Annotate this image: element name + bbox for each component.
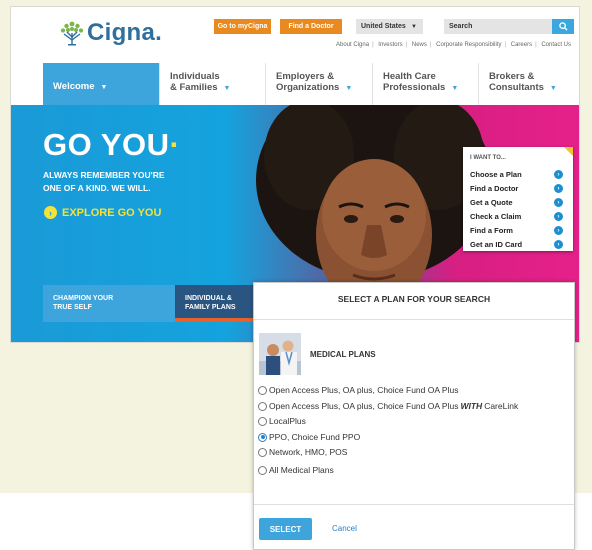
chevron-down-icon: ▼ [411, 23, 417, 30]
nav-label: & Families [170, 82, 218, 93]
logo-text: Cigna. [87, 19, 163, 46]
chevron-down-icon: ▼ [223, 85, 231, 92]
nav-label: Consultants [489, 82, 544, 93]
nav-label: Health Care [383, 71, 436, 82]
search-icon [558, 22, 568, 31]
i-want-find-form[interactable]: Find a Form › [470, 226, 566, 235]
link-news[interactable]: News [412, 42, 427, 48]
hero-headline: GO YOU· [43, 127, 181, 162]
medical-plans-image [259, 333, 301, 375]
corner-fold [564, 147, 573, 156]
link-careers[interactable]: Careers [511, 42, 532, 48]
dialog-title: SELECT A PLAN FOR YOUR SEARCH [337, 294, 491, 304]
explore-label: EXPLORE GO YOU [62, 206, 162, 219]
arrow-right-icon: › [554, 198, 563, 207]
i-want-get-id-card[interactable]: Get an ID Card › [470, 240, 566, 249]
link-contact-us[interactable]: Contact Us [541, 42, 571, 48]
search-button[interactable] [552, 19, 574, 34]
champion-tile[interactable]: CHAMPION YOUR TRUE SELF [43, 285, 175, 322]
arrow-right-icon: › [554, 212, 563, 221]
nav-health-care-professionals[interactable]: Health Care Professionals ▼ [372, 63, 478, 105]
find-doctor-button[interactable]: Find a Doctor [280, 19, 342, 34]
divider [254, 504, 574, 505]
radio-button-selected[interactable] [258, 432, 267, 442]
divider [254, 319, 574, 320]
nav-employers-organizations[interactable]: Employers & Organizations ▼ [265, 63, 372, 105]
radio-button[interactable] [258, 465, 267, 475]
radio-button[interactable] [258, 416, 267, 426]
country-value: United States [361, 23, 406, 30]
chevron-down-icon: ▼ [549, 85, 557, 92]
arrow-right-icon: › [554, 184, 563, 193]
nav-label: Individuals [170, 71, 220, 82]
radio-button[interactable] [258, 385, 267, 395]
chevron-down-icon: ▼ [100, 84, 108, 91]
utility-links: About Cigna | Investors | News | Corporate … [336, 42, 571, 48]
explore-go-you-link[interactable]: › EXPLORE GO YOU [44, 206, 161, 219]
nav-label: Welcome [53, 81, 95, 92]
main-nav: Welcome ▼ Individuals & Families ▼ Employe… [43, 63, 579, 105]
cancel-link[interactable]: Cancel [332, 524, 357, 533]
plan-option-open-access[interactable]: Open Access Plus, OA plus, Choice Fund O… [258, 385, 458, 395]
i-want-to-title: I WANT TO... [470, 155, 506, 161]
link-investors[interactable]: Investors [378, 42, 402, 48]
hero-subline: ALWAYS REMEMBER YOU'RE ONE OF A KIND. WE … [43, 170, 165, 193]
country-select[interactable]: United States ▼ [356, 19, 423, 34]
nav-label: Brokers & [489, 71, 535, 82]
nav-individuals-families[interactable]: Individuals & Families ▼ [159, 63, 265, 105]
my-cigna-button[interactable]: Go to myCigna [214, 19, 271, 34]
link-about-cigna[interactable]: About Cigna [336, 42, 369, 48]
nav-label: Employers & [276, 71, 335, 82]
select-button[interactable]: SELECT [259, 518, 312, 540]
select-plan-dialog: SELECT A PLAN FOR YOUR SEARCH MEDICAL PL… [253, 282, 575, 550]
radio-button[interactable] [258, 447, 267, 457]
arrow-right-icon: › [554, 226, 563, 235]
plan-option-all-medical[interactable]: All Medical Plans [258, 465, 334, 475]
arrow-right-icon: › [44, 206, 57, 219]
i-want-to-panel: I WANT TO... Choose a Plan › Find a Docto… [463, 147, 573, 251]
i-want-choose-plan[interactable]: Choose a Plan › [470, 170, 566, 179]
radio-button[interactable] [258, 401, 267, 411]
plan-option-ppo[interactable]: PPO, Choice Fund PPO [258, 432, 360, 442]
chevron-down-icon: ▼ [345, 85, 353, 92]
tree-logo-icon [60, 21, 84, 46]
nav-label: Organizations [276, 82, 340, 93]
cigna-logo[interactable]: Cigna. [59, 19, 162, 47]
arrow-right-icon: › [554, 170, 563, 179]
plan-option-localplus[interactable]: LocalPlus [258, 416, 306, 426]
chevron-down-icon: ▼ [451, 85, 459, 92]
i-want-check-claim[interactable]: Check a Claim › [470, 212, 566, 221]
i-want-get-quote[interactable]: Get a Quote › [470, 198, 566, 207]
plan-option-network-hmo-pos[interactable]: Network, HMO, POS [258, 447, 347, 457]
nav-welcome[interactable]: Welcome ▼ [43, 63, 159, 105]
link-corporate-responsibility[interactable]: Corporate Responsibility [436, 42, 501, 48]
i-want-find-doctor[interactable]: Find a Doctor › [470, 184, 566, 193]
nav-brokers-consultants[interactable]: Brokers & Consultants ▼ [478, 63, 579, 105]
medical-plans-heading: MEDICAL PLANS [310, 350, 376, 359]
arrow-right-icon: › [554, 240, 563, 249]
plan-option-open-access-carelink[interactable]: Open Access Plus, OA plus, Choice Fund O… [258, 401, 518, 411]
search-input[interactable]: Search [444, 19, 552, 34]
nav-label: Professionals [383, 82, 446, 93]
